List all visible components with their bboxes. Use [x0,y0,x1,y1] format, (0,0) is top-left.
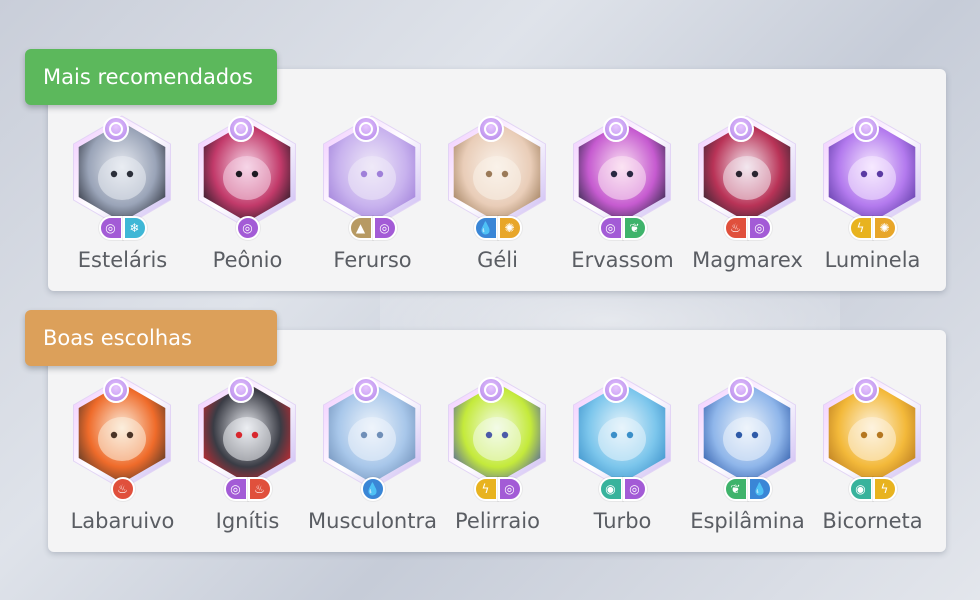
pokemon-card[interactable]: ♨ ◎ Magmarex [685,112,810,292]
type-badges: ◉ ϟ [810,477,935,501]
pokemon-card[interactable]: ◎ Peônio [185,112,310,292]
pokemon-name: Turbo [593,509,652,533]
electric-icon: ϟ [473,477,498,501]
level-badge-icon [353,116,379,142]
ice-icon: ❄ [122,216,147,240]
pokemon-name: Ervassom [571,248,674,272]
type-badges: ♨ [60,477,185,501]
pokemon-card[interactable]: ♨ Labaruivo [60,373,185,553]
type-badges: ◉ ◎ [560,477,685,501]
level-badge-icon [478,116,504,142]
pokemon-name: Espilâmina [690,509,805,533]
type-badges: ◎ [185,216,310,240]
fire-icon: ♨ [110,477,135,501]
level-badge-icon [853,116,879,142]
level-badge-icon [728,377,754,403]
fire-sun-icon: ✺ [497,216,522,240]
wind-icon: ◉ [598,477,623,501]
ground-icon: ▲ [348,216,373,240]
psychic-icon: ◎ [747,216,772,240]
psychic-icon: ◎ [622,477,647,501]
type-badges: ♨ ◎ [685,216,810,240]
pokemon-name: Esteláris [77,248,168,272]
pokemon-name: Géli [477,248,518,272]
level-badge-icon [728,116,754,142]
pokemon-card[interactable]: ◎ ❄ Esteláris [60,112,185,292]
level-badge-icon [228,377,254,403]
grass-icon: ❦ [622,216,647,240]
pokemon-name: Luminela [824,248,921,272]
level-badge-icon [478,377,504,403]
pokemon-card[interactable]: 💧 ✺ Géli [435,112,560,292]
pokemon-name: Musculontra [308,509,437,533]
pokemon-card[interactable]: ◉ ϟ Bicorneta [810,373,935,553]
psychic-icon: ◎ [598,216,623,240]
electric-icon: ϟ [872,477,897,501]
section-title-good-choices: Boas escolhas [25,310,277,366]
pokemon-card[interactable]: ▲ ◎ Ferurso [310,112,435,292]
level-badge-icon [228,116,254,142]
psychic-icon: ◎ [98,216,123,240]
pokemon-name: Ferurso [333,248,412,272]
pokemon-card[interactable]: ◎ ❦ Ervassom [560,112,685,292]
pokemon-name: Pelirraio [455,509,540,533]
level-badge-icon [103,377,129,403]
type-badges: ϟ ◎ [435,477,560,501]
pokemon-name: Magmarex [692,248,803,272]
water-icon: 💧 [473,216,498,240]
type-badges: ▲ ◎ [310,216,435,240]
level-badge-icon [853,377,879,403]
pokemon-name: Peônio [212,248,283,272]
pokemon-name: Labaruivo [70,509,175,533]
level-badge-icon [103,116,129,142]
type-badges: ◎ ❦ [560,216,685,240]
fire-sun-icon: ✺ [872,216,897,240]
pokemon-card[interactable]: ϟ ✺ Luminela [810,112,935,292]
pokemon-name: Bicorneta [822,509,923,533]
pokemon-card[interactable]: ϟ ◎ Pelirraio [435,373,560,553]
type-badges: ◎ ❄ [60,216,185,240]
pokemon-card[interactable]: ❦ 💧 Espilâmina [685,373,810,553]
psychic-icon: ◎ [372,216,397,240]
grass-icon: ❦ [723,477,748,501]
good-choices-row: ♨ Labaruivo ◎ ♨ Ignítis 💧 Musculontra ϟ ◎ Pelirra… [60,373,940,553]
section-title-recommended: Mais recomendados [25,49,277,105]
type-badges: 💧 [310,477,435,501]
type-badges: ◎ ♨ [185,477,310,501]
type-badges: ❦ 💧 [685,477,810,501]
psychic-icon: ◎ [223,477,248,501]
water-icon: 💧 [360,477,385,501]
pokemon-card[interactable]: ◎ ♨ Ignítis [185,373,310,553]
psychic-icon: ◎ [497,477,522,501]
wind-icon: ◉ [848,477,873,501]
level-badge-icon [353,377,379,403]
pokemon-name: Ignítis [215,509,280,533]
level-badge-icon [603,377,629,403]
level-badge-icon [603,116,629,142]
fire-icon: ♨ [723,216,748,240]
type-badges: ϟ ✺ [810,216,935,240]
fire-icon: ♨ [247,477,272,501]
psychic-icon: ◎ [235,216,260,240]
pokemon-card[interactable]: 💧 Musculontra [308,373,437,553]
water-icon: 💧 [747,477,772,501]
recommended-row: ◎ ❄ Esteláris ◎ Peônio ▲ ◎ Ferurso 💧 ✺ Géli ◎ ❦ Ervas… [60,112,940,292]
electric-icon: ϟ [848,216,873,240]
type-badges: 💧 ✺ [435,216,560,240]
pokemon-card[interactable]: ◉ ◎ Turbo [560,373,685,553]
